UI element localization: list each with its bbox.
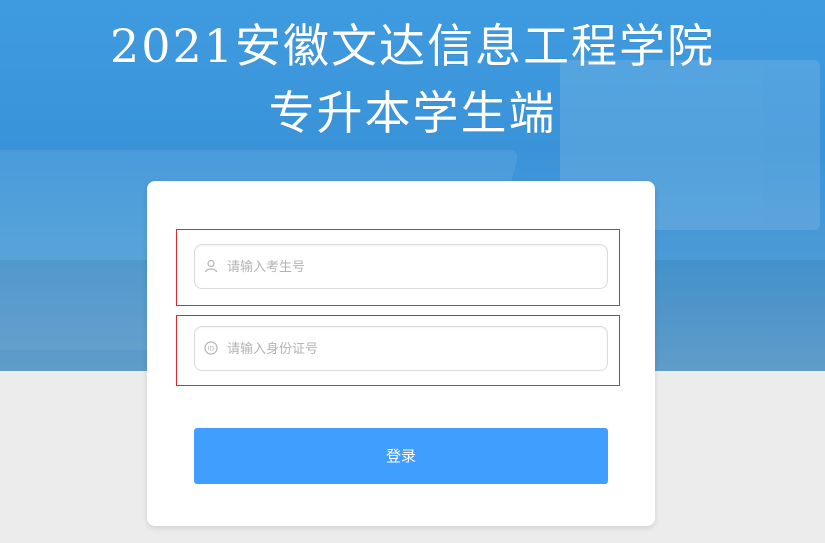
login-card: ID 登录 xyxy=(147,181,655,526)
svg-text:ID: ID xyxy=(208,346,215,353)
exam-number-field[interactable] xyxy=(194,244,608,290)
page-title-line2: 专升本学生端 xyxy=(268,86,557,140)
id-number-field-frame: ID xyxy=(176,315,620,386)
id-number-input[interactable] xyxy=(225,327,599,372)
id-icon: ID xyxy=(204,341,218,355)
login-page: 2021安徽文达信息工程学院 专升本学生端 ID 登录 xyxy=(0,0,825,543)
id-number-field[interactable]: ID xyxy=(194,326,608,372)
exam-number-field-frame xyxy=(176,229,620,306)
user-icon xyxy=(204,259,218,273)
exam-number-input[interactable] xyxy=(225,245,599,290)
login-button[interactable]: 登录 xyxy=(194,428,608,484)
page-title-line1: 2021安徽文达信息工程学院 xyxy=(109,19,716,73)
